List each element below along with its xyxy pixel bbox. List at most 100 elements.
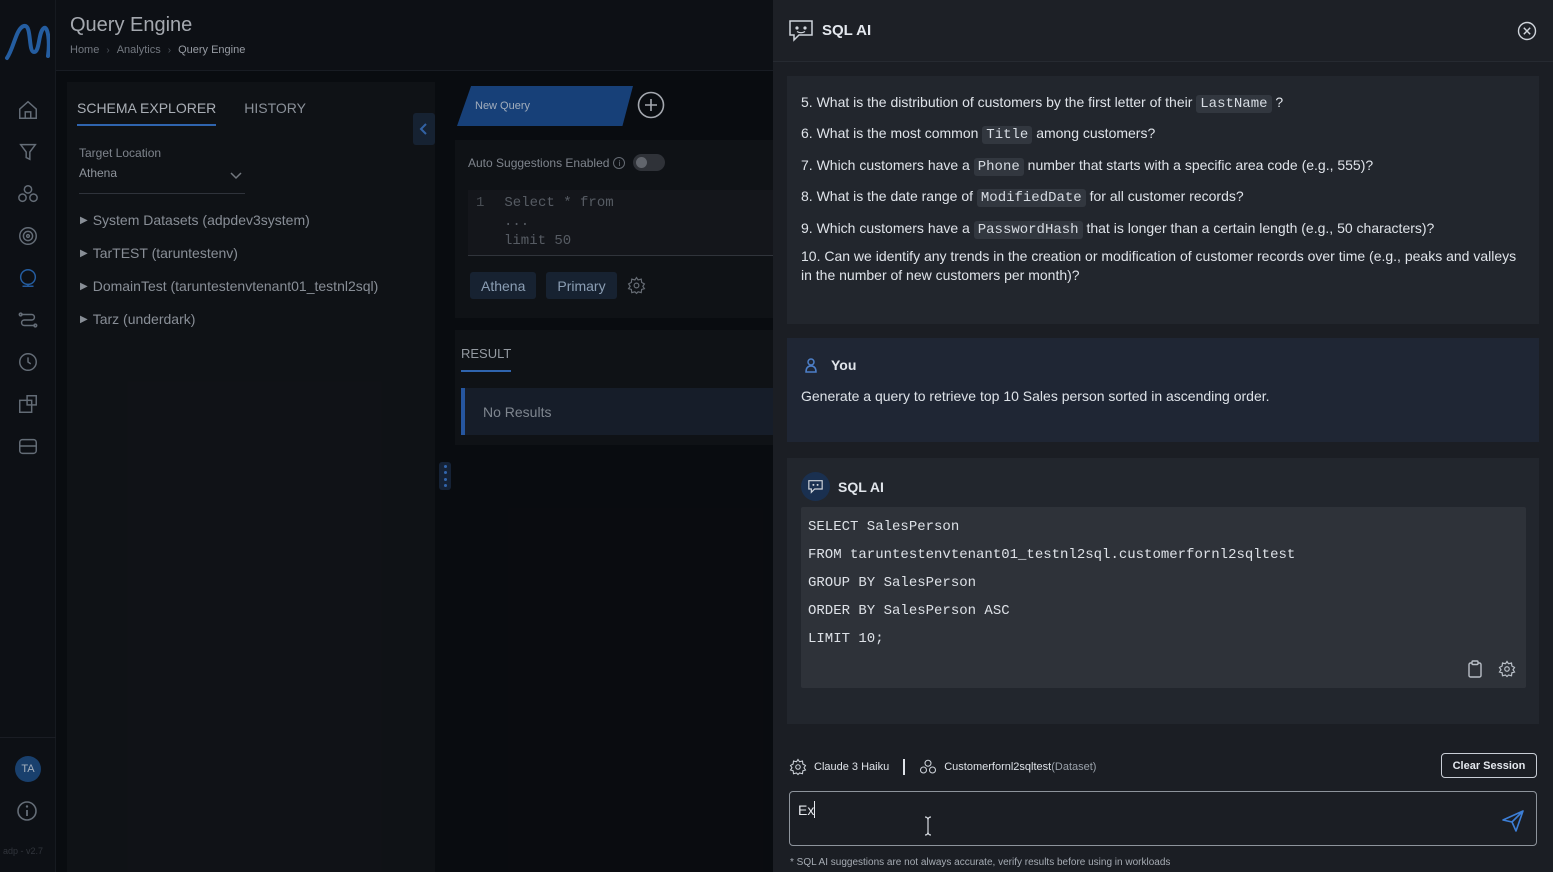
chevron-left-icon	[419, 123, 427, 135]
breadcrumb-analytics[interactable]: Analytics	[117, 44, 161, 56]
avatar[interactable]: TA	[15, 756, 41, 782]
dataset-name: Customerfornl2sqltest	[944, 761, 1052, 773]
result-pane: RESULT No Results	[455, 330, 773, 445]
breadcrumb-current: Query Engine	[178, 44, 246, 56]
puzzle-icon[interactable]	[14, 390, 42, 418]
text-cursor-icon	[924, 816, 932, 836]
code-line: limit 50	[504, 233, 572, 249]
pipeline-icon[interactable]	[14, 306, 42, 334]
question-item: 7. Which customers have a Phone number t…	[801, 157, 1374, 176]
chevron-right-icon: ›	[106, 44, 110, 56]
tree-item[interactable]: ▶ Tarz (underdark)	[80, 311, 378, 344]
chip-athena[interactable]: Athena	[470, 272, 537, 299]
sql-ai-panel: SQL AI 5. What is the distribution of cu…	[773, 0, 1553, 872]
clock-icon[interactable]	[14, 348, 42, 376]
text-caret	[814, 801, 815, 818]
auto-suggestions: Auto Suggestions Enabled i	[468, 156, 626, 170]
query-editor-pane: Auto Suggestions Enabled i 1 Select * fro…	[455, 140, 773, 318]
collapse-sidebar-button[interactable]	[413, 113, 435, 145]
engine-chips: Athena Primary	[470, 272, 646, 299]
chat-bot-icon	[801, 472, 830, 501]
home-icon[interactable]	[14, 96, 42, 124]
tab-new-query[interactable]: New Query	[457, 86, 633, 126]
info-icon[interactable]	[16, 800, 38, 822]
tree-item[interactable]: ▶ TarTEST (taruntestenv)	[80, 245, 378, 278]
storage-icon[interactable]	[14, 432, 42, 460]
gear-icon[interactable]	[1498, 660, 1516, 678]
tree-item[interactable]: ▶ DomainTest (taruntestenvtenant01_testnl…	[80, 278, 378, 311]
expand-triangle-icon: ▶	[80, 281, 88, 292]
chat-input[interactable]: Ex	[789, 791, 1537, 846]
target-location-label: Target Location	[79, 146, 162, 160]
ai-header: SQL AI	[801, 472, 884, 501]
no-results-message: No Results	[461, 388, 773, 435]
tree-item-label: DomainTest (taruntestenvtenant01_testnl2…	[92, 278, 379, 294]
chat-input-value: Ex	[798, 802, 815, 818]
tab-history[interactable]: HISTORY	[244, 100, 306, 126]
column-token: ModifiedDate	[976, 189, 1086, 207]
rail-divider	[0, 737, 56, 738]
version-label: adp - v2.7	[3, 846, 44, 856]
line-number: 1	[476, 195, 485, 211]
user-header: You	[803, 357, 856, 373]
user-message: You Generate a query to retrieve top 10 …	[787, 338, 1539, 442]
schema-tabs: SCHEMA EXPLORER HISTORY	[77, 100, 306, 126]
close-icon[interactable]	[1517, 21, 1537, 41]
resize-handle[interactable]	[439, 462, 451, 490]
question-item: 9. Which customers have a PasswordHash t…	[801, 220, 1435, 239]
column-token: LastName	[1196, 95, 1272, 113]
panel-header: SQL AI	[773, 0, 1553, 62]
target-icon[interactable]	[14, 222, 42, 250]
left-rail: TA adp - v2.7	[0, 0, 56, 872]
sql-line: FROM taruntestenvtenant01_testnl2sql.cus…	[808, 547, 1296, 563]
query-icon[interactable]	[14, 264, 42, 292]
expand-triangle-icon: ▶	[80, 314, 88, 325]
column-token: PasswordHash	[973, 221, 1083, 239]
dataset-type: (Dataset)	[1051, 761, 1097, 773]
tree-item-label: Tarz (underdark)	[92, 311, 196, 327]
chevron-right-icon: ›	[167, 44, 172, 56]
expand-triangle-icon: ▶	[80, 215, 88, 226]
model-indicator[interactable]: Claude 3 Haiku	[789, 758, 889, 776]
panel-title: SQL AI	[822, 22, 872, 39]
question-10-line-2: in the number of new customers per month…	[801, 267, 1080, 283]
schema-explorer: SCHEMA EXPLORER HISTORY Target Location …	[67, 82, 435, 872]
breadcrumb: Home › Analytics › Query Engine	[70, 44, 245, 56]
sql-editor[interactable]: 1 Select * from ... limit 50	[468, 190, 773, 256]
ai-label: SQL AI	[838, 478, 884, 495]
question-10-line-1: 10. Can we identify any trends in the cr…	[801, 248, 1517, 264]
query-tab-bar: New Query	[455, 82, 773, 130]
target-location-value: Athena	[79, 166, 118, 180]
ai-message-questions: 5. What is the distribution of customers…	[787, 76, 1539, 324]
clear-session-button[interactable]: Clear Session	[1441, 753, 1537, 778]
nodes-icon[interactable]	[14, 180, 42, 208]
page-title: Query Engine	[70, 14, 193, 36]
tab-schema-explorer[interactable]: SCHEMA EXPLORER	[77, 100, 217, 126]
tab-result[interactable]: RESULT	[461, 346, 512, 372]
chip-primary[interactable]: Primary	[546, 272, 617, 299]
dataset-tree: ▶ System Datasets (adpdev3system) ▶ TarTES…	[80, 212, 378, 344]
auto-suggestions-toggle[interactable]	[633, 154, 665, 171]
tree-item[interactable]: ▶ System Datasets (adpdev3system)	[80, 212, 378, 245]
nodes-icon	[920, 759, 937, 774]
clipboard-icon[interactable]	[1466, 660, 1484, 678]
context-bar: Claude 3 Haiku Customerfornl2sqltest(Dat…	[789, 755, 1539, 779]
breadcrumb-home[interactable]: Home	[70, 44, 99, 56]
logo-icon[interactable]	[4, 18, 50, 62]
code-line: Select * from	[504, 195, 614, 211]
sql-line: LIMIT 10;	[808, 631, 884, 647]
info-icon[interactable]: i	[613, 157, 626, 169]
tree-item-label: TarTEST (taruntestenv)	[92, 245, 238, 261]
dataset-indicator[interactable]: Customerfornl2sqltest(Dataset)	[919, 758, 1096, 776]
sql-line: GROUP BY SalesPerson	[808, 575, 977, 591]
question-item: 8. What is the date range of ModifiedDat…	[801, 188, 1244, 207]
gear-icon[interactable]	[627, 276, 646, 295]
app: TA adp - v2.7 Query Engine Home › Analyt…	[0, 0, 1553, 872]
funnel-icon[interactable]	[14, 138, 42, 166]
expand-triangle-icon: ▶	[80, 248, 88, 259]
send-icon[interactable]	[1501, 809, 1525, 833]
sql-line: ORDER BY SalesPerson ASC	[808, 603, 1010, 619]
add-query-icon[interactable]	[637, 91, 665, 119]
ai-message-sql: SQL AI SELECT SalesPerson FROM taruntest…	[787, 458, 1539, 724]
target-location-select[interactable]: Athena	[79, 166, 245, 194]
